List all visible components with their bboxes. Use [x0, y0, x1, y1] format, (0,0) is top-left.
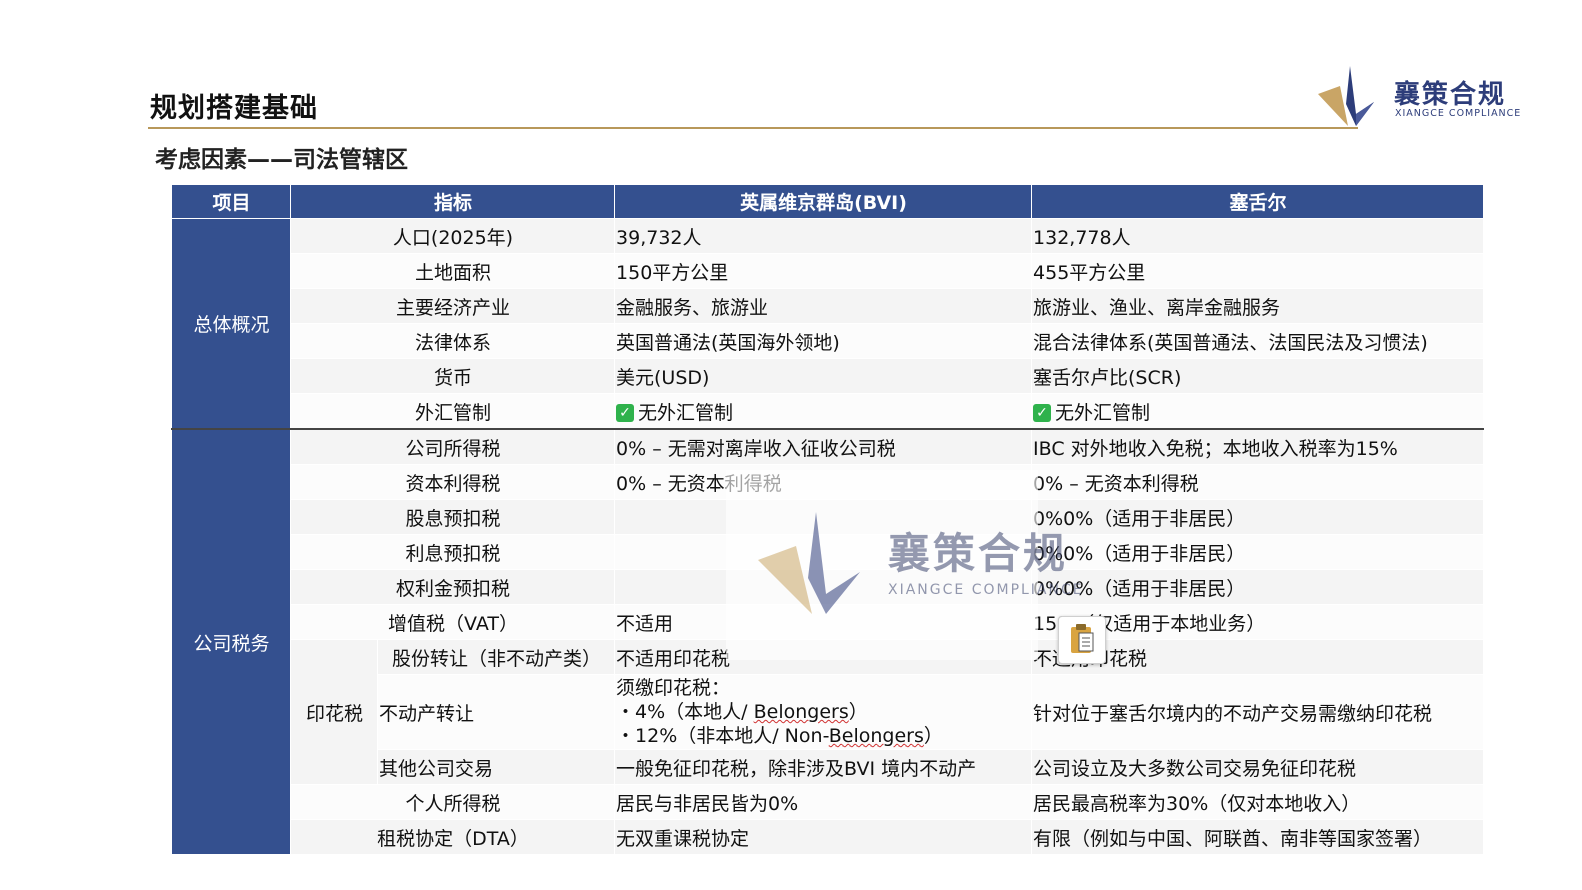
bvi-cell: 一般免征印花税，除非涉及BVI 境内不动产	[614, 749, 1033, 785]
category-general-overview: 总体概况	[171, 218, 291, 430]
logo-english-text: XIANGCE COMPLIANCE	[1395, 108, 1522, 119]
seychelles-cell: 塞舌尔卢比(SCR)	[1031, 358, 1485, 394]
table-row: 外汇管制 ✓ 无外汇管制 ✓ 无外汇管制	[172, 393, 1485, 430]
table-row: 印花税 股份转让（非不动产类） 不适用印花税 不适用印花税	[172, 639, 1485, 785]
bvi-cell: 150平方公里	[614, 253, 1033, 289]
bvi-cell	[614, 534, 1033, 570]
table-row: 个人所得税 居民与非居民皆为0% 居民最高税率为30%（仅对本地收入）	[172, 784, 1485, 820]
column-header-item: 项目	[171, 184, 291, 219]
column-header-bvi: 英属维京群岛(BVI)	[614, 184, 1033, 219]
bvi-cell-line: ・4%（本地人/ Belongers）	[616, 700, 1031, 724]
section-subtitle: 考虑因素——司法管辖区	[155, 147, 408, 173]
seychelles-cell: 132,778人	[1031, 218, 1485, 254]
title-divider	[148, 127, 1358, 129]
indicator-cell: 增值税（VAT）	[289, 604, 616, 640]
bvi-cell-line-text: ）	[923, 725, 943, 747]
table-header-row: 项目 指标 英属维京群岛(BVI) 塞舌尔	[171, 184, 1485, 219]
check-mark-icon: ✓	[616, 403, 635, 422]
indicator-cell: 不动产转让	[376, 674, 616, 750]
seychelles-cell: 居民最高税率为30%（仅对本地收入）	[1031, 784, 1485, 820]
table-row: 增值税（VAT） 不适用 15%（仅适用于本地业务）	[172, 604, 1485, 640]
seychelles-cell: 0% – 无资本利得税	[1031, 464, 1485, 500]
indicator-cell: 个人所得税	[289, 784, 616, 820]
table-row: 股息预扣税 0%0%（适用于非居民）	[172, 499, 1485, 535]
bvi-cell: 金融服务、旅游业	[614, 288, 1033, 324]
indicator-cell: 法律体系	[289, 323, 616, 359]
seychelles-cell: 0%0%（适用于非居民）	[1031, 569, 1485, 605]
bvi-cell: 须缴印花税： ・4%（本地人/ Belongers） ・12%（非本地人/ No…	[614, 674, 1033, 750]
stamp-duty-label: 印花税	[290, 639, 378, 785]
seychelles-cell: ✓ 无外汇管制	[1031, 393, 1485, 430]
company-logo: 襄策合规 XIANGCE COMPLIANCE	[1316, 64, 1520, 130]
seychelles-cell: 0%0%（适用于非居民）	[1031, 534, 1485, 570]
bvi-cell-line-term: Belongers	[828, 725, 924, 747]
seychelles-cell: 旅游业、渔业、离岸金融服务	[1031, 288, 1485, 324]
indicator-cell: 利息预扣税	[289, 534, 616, 570]
bvi-cell: 英国普通法(英国海外领地)	[614, 323, 1033, 359]
seychelles-cell: 有限（例如与中国、阿联酋、南非等国家签署）	[1031, 819, 1485, 855]
bvi-cell-line-text: ・12%（非本地人/ Non-	[616, 725, 829, 747]
bvi-cell-line-text: ）	[848, 701, 868, 723]
page-title: 规划搭建基础	[150, 93, 318, 124]
indicator-cell: 外汇管制	[289, 393, 616, 430]
category-corporate-tax: 公司税务	[171, 428, 291, 855]
column-header-seychelles: 塞舌尔	[1031, 184, 1485, 219]
bvi-cell: 不适用	[614, 604, 1033, 640]
bvi-cell: 0% – 无资本利得税	[614, 464, 1033, 500]
table-row: 主要经济产业 金融服务、旅游业 旅游业、渔业、离岸金融服务	[172, 288, 1485, 324]
table-row: 租税协定（DTA） 无双重课税协定 有限（例如与中国、阿联酋、南非等国家签署）	[172, 819, 1485, 855]
bvi-cell	[614, 499, 1033, 535]
jurisdiction-comparison-table: 项目 指标 英属维京群岛(BVI) 塞舌尔 总体概况 人口(2025年) 39,…	[171, 184, 1485, 855]
table-row: 公司税务 公司所得税 0% – 无需对离岸收入征收公司税 IBC 对外地收入免税…	[171, 428, 1485, 855]
bvi-cell-line: ・12%（非本地人/ Non-Belongers）	[616, 724, 1031, 748]
paste-options-button[interactable]	[1058, 616, 1106, 664]
indicator-cell: 股息预扣税	[289, 499, 616, 535]
logo-mark-icon	[1318, 66, 1374, 126]
seychelles-cell: 混合法律体系(英国普通法、法国民法及习惯法)	[1031, 323, 1485, 359]
bvi-cell-text: 无外汇管制	[638, 401, 734, 424]
table-row: 权利金预扣税 0%0%（适用于非居民）	[172, 569, 1485, 605]
bvi-cell-line-text: ・4%（本地人/	[616, 701, 754, 723]
table-row: 总体概况 人口(2025年) 39,732人 132,778人	[171, 218, 1485, 430]
seychelles-cell: 455平方公里	[1031, 253, 1485, 289]
column-header-indicator: 指标	[289, 184, 616, 219]
table-row: 资本利得税 0% – 无资本利得税 0% – 无资本利得税	[172, 464, 1485, 500]
indicator-cell: 权利金预扣税	[289, 569, 616, 605]
seychelles-cell: 针对位于塞舌尔境内的不动产交易需缴纳印花税	[1031, 674, 1485, 750]
table-row: 土地面积 150平方公里 455平方公里	[172, 253, 1485, 289]
indicator-cell: 租税协定（DTA）	[289, 819, 616, 855]
seychelles-cell: 0%0%（适用于非居民）	[1031, 499, 1485, 535]
bvi-cell-line-term: Belongers	[753, 701, 849, 723]
bvi-cell	[614, 569, 1033, 605]
bvi-cell: 不适用印花税	[614, 639, 1033, 675]
seychelles-cell: 公司设立及大多数公司交易免征印花税	[1031, 749, 1485, 785]
indicator-cell: 人口(2025年)	[289, 218, 616, 254]
indicator-cell: 股份转让（非不动产类）	[376, 639, 616, 675]
clipboard-icon	[1071, 624, 1094, 653]
indicator-cell: 货币	[289, 358, 616, 394]
bvi-cell-heading: 须缴印花税：	[616, 677, 731, 699]
bvi-cell: 39,732人	[614, 218, 1033, 254]
seychelles-cell-text: 无外汇管制	[1055, 401, 1151, 424]
table-row: 法律体系 英国普通法(英国海外领地) 混合法律体系(英国普通法、法国民法及习惯法…	[172, 323, 1485, 359]
bvi-cell: 居民与非居民皆为0%	[614, 784, 1033, 820]
bvi-cell: 无双重课税协定	[614, 819, 1033, 855]
table-row: 货币 美元(USD) 塞舌尔卢比(SCR)	[172, 358, 1485, 394]
table-row: 利息预扣税 0%0%（适用于非居民）	[172, 534, 1485, 570]
bvi-cell: 0% – 无需对离岸收入征收公司税	[614, 428, 1033, 465]
logo-chinese-text: 襄策合规	[1394, 80, 1507, 110]
bvi-cell: ✓ 无外汇管制	[614, 393, 1033, 430]
indicator-cell: 主要经济产业	[289, 288, 616, 324]
indicator-cell: 资本利得税	[289, 464, 616, 500]
check-mark-icon: ✓	[1033, 403, 1052, 422]
indicator-cell: 公司所得税	[289, 428, 616, 465]
indicator-cell: 土地面积	[289, 253, 616, 289]
seychelles-cell: IBC 对外地收入免税；本地收入税率为15%	[1031, 428, 1485, 465]
bvi-cell: 美元(USD)	[614, 358, 1033, 394]
indicator-cell: 其他公司交易	[376, 749, 616, 785]
